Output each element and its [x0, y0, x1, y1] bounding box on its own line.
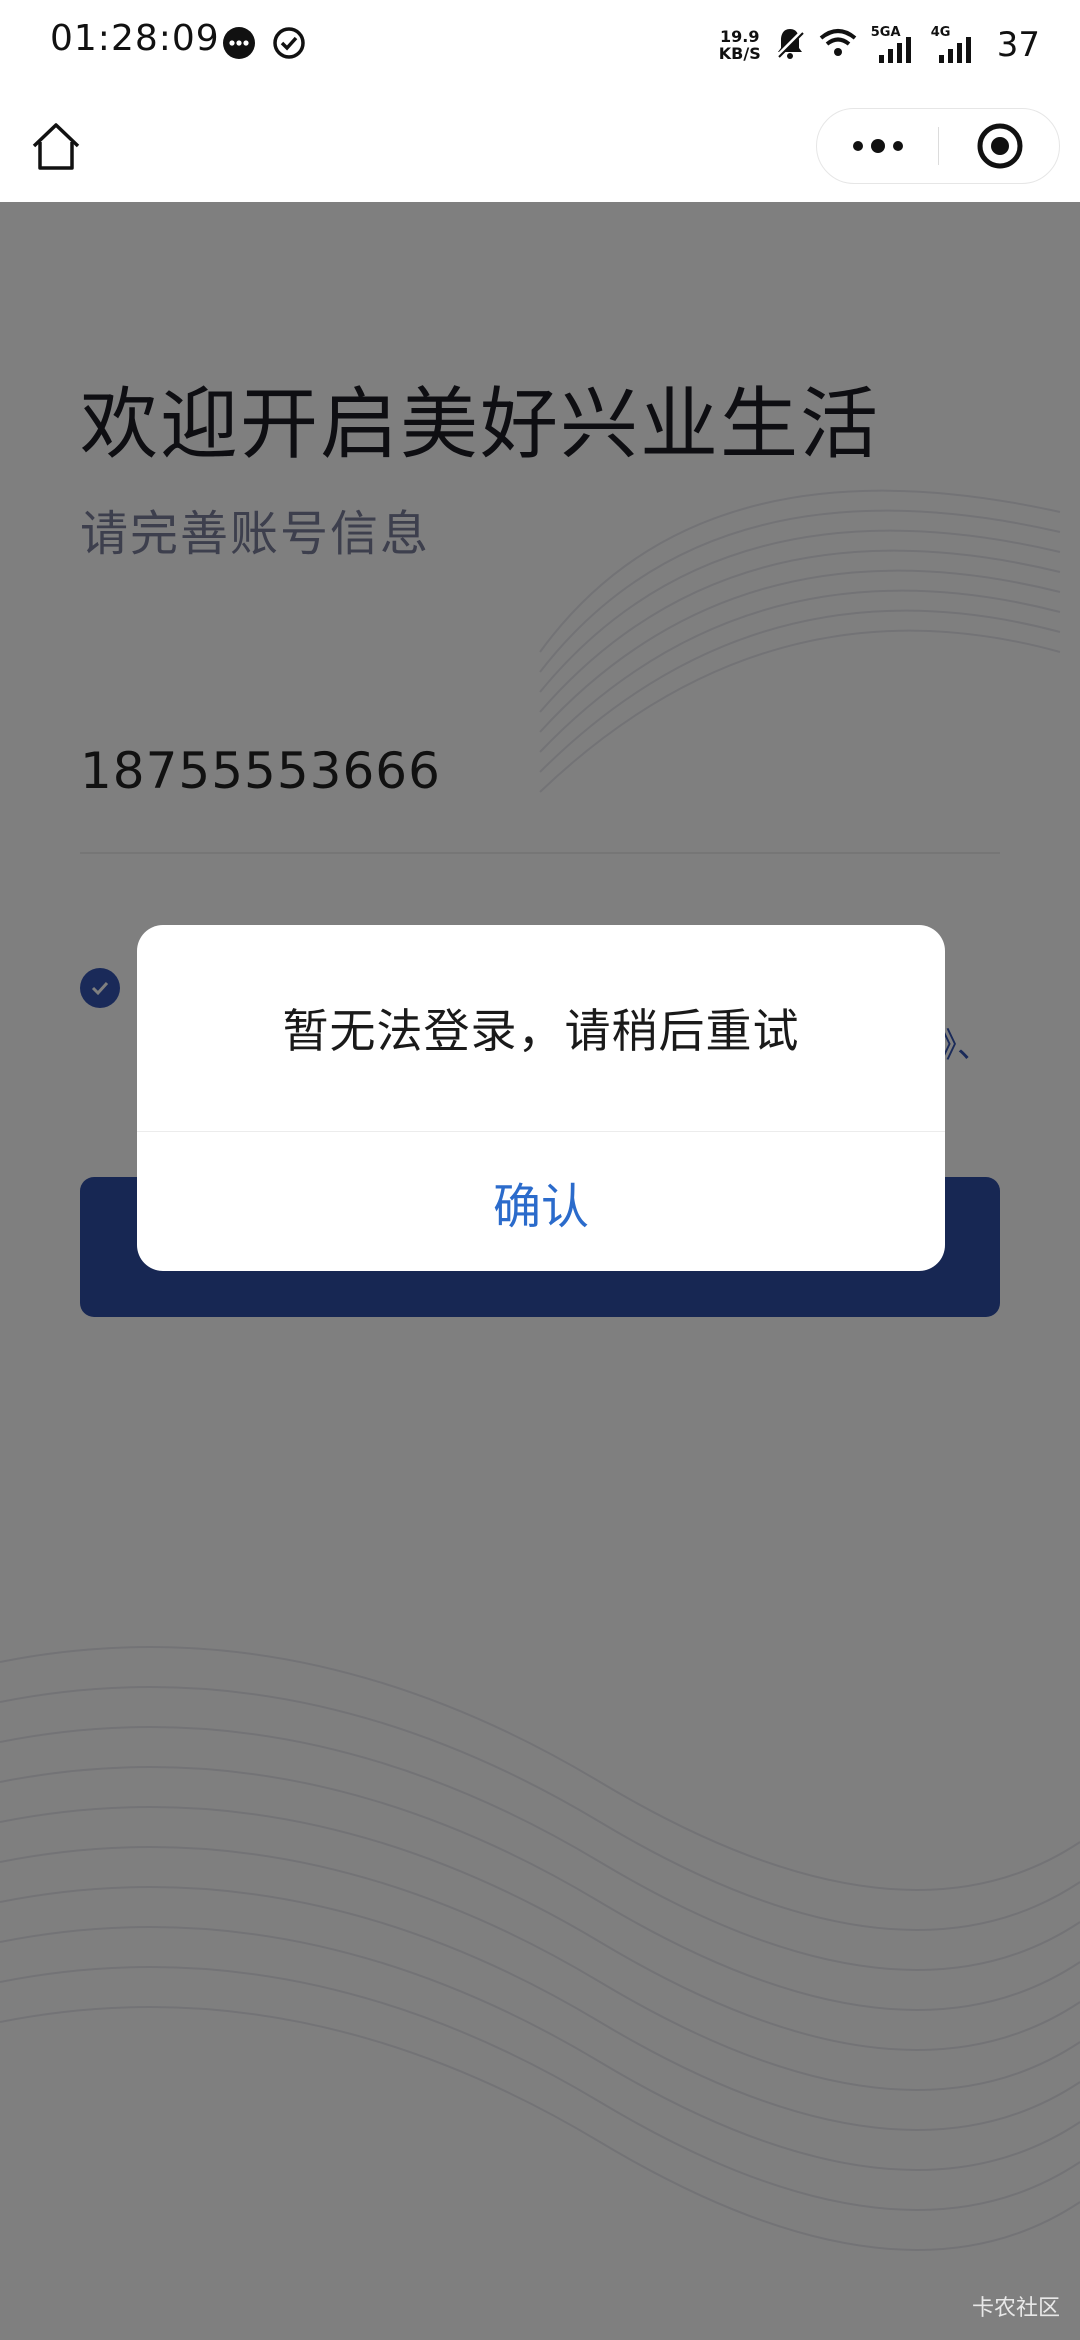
status-time: 01:28:09: [50, 18, 220, 59]
home-button[interactable]: [28, 118, 84, 174]
battery-level: 37: [996, 25, 1040, 65]
check-circle-icon: [272, 26, 306, 64]
mini-program-navbar: [0, 92, 1080, 202]
wifi-icon: [819, 28, 857, 62]
net-speed: 19.9 KB/S: [719, 28, 761, 62]
net-speed-unit: KB/S: [718, 44, 761, 63]
alert-dialog: 暂无法登录，请稍后重试 确认: [137, 925, 945, 1271]
message-bubble-icon: [222, 26, 256, 64]
dialog-message: 暂无法登录，请稍后重试: [282, 1004, 800, 1058]
net-speed-value: 19.9: [720, 27, 760, 46]
home-icon: [32, 123, 80, 170]
confirm-button[interactable]: 确认: [137, 1132, 945, 1271]
signal-icon: [938, 37, 971, 63]
more-button[interactable]: [817, 109, 938, 183]
status-right-cluster: 19.9 KB/S 5GA 4G 37: [719, 20, 1040, 70]
signal-5ga: 5GA: [871, 25, 917, 65]
status-bar: 01:28:09 19.9 KB/S 5GA 4G 37: [0, 0, 1080, 92]
target-close-icon: [977, 123, 1022, 169]
more-dots-icon: [852, 139, 903, 153]
modal-overlay: [0, 202, 1080, 2340]
signal-4g: 4G: [931, 25, 977, 65]
watermark: 卡农社区: [971, 2296, 1060, 2321]
capsule-menu: [816, 108, 1060, 184]
signal-icon: [878, 37, 911, 63]
close-button[interactable]: [939, 109, 1060, 183]
bell-muted-icon: [775, 26, 805, 64]
